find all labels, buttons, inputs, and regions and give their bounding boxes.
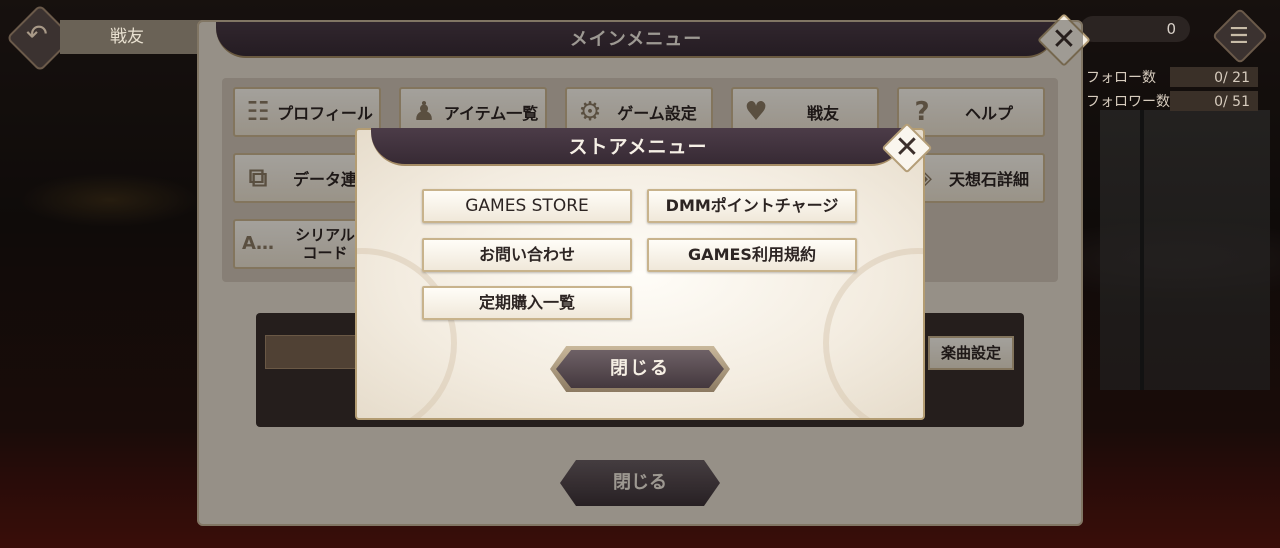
dmm-point-charge-button[interactable]: DMMポイントチャージ <box>647 189 857 223</box>
currency-counter: 0 <box>1080 16 1190 42</box>
store-menu-title: ストアメニュー <box>371 128 905 166</box>
follow-count-value: 0/ 21 <box>1170 67 1258 87</box>
follower-count-value: 0/ 51 <box>1170 91 1258 111</box>
store-close-button[interactable]: 閉じる <box>556 350 724 388</box>
contact-button[interactable]: お問い合わせ <box>422 238 632 272</box>
follower-count-row: フォロワー数 0/ 51 <box>1086 91 1266 113</box>
follow-count-row: フォロー数 0/ 21 <box>1086 67 1266 89</box>
ornament-left <box>357 248 457 418</box>
follow-count-label: フォロー数 <box>1086 70 1156 86</box>
ornament-right <box>823 248 923 418</box>
games-store-button[interactable]: GAMES STORE <box>422 189 632 223</box>
subscription-list-button[interactable]: 定期購入一覧 <box>422 286 632 320</box>
hamburger-icon: ☰ <box>1229 24 1249 49</box>
games-terms-button[interactable]: GAMES利用規約 <box>647 238 857 272</box>
back-arrow-icon: ↶ <box>26 20 48 50</box>
follower-count-label: フォロワー数 <box>1086 94 1170 110</box>
close-icon: ✕ <box>894 130 920 165</box>
